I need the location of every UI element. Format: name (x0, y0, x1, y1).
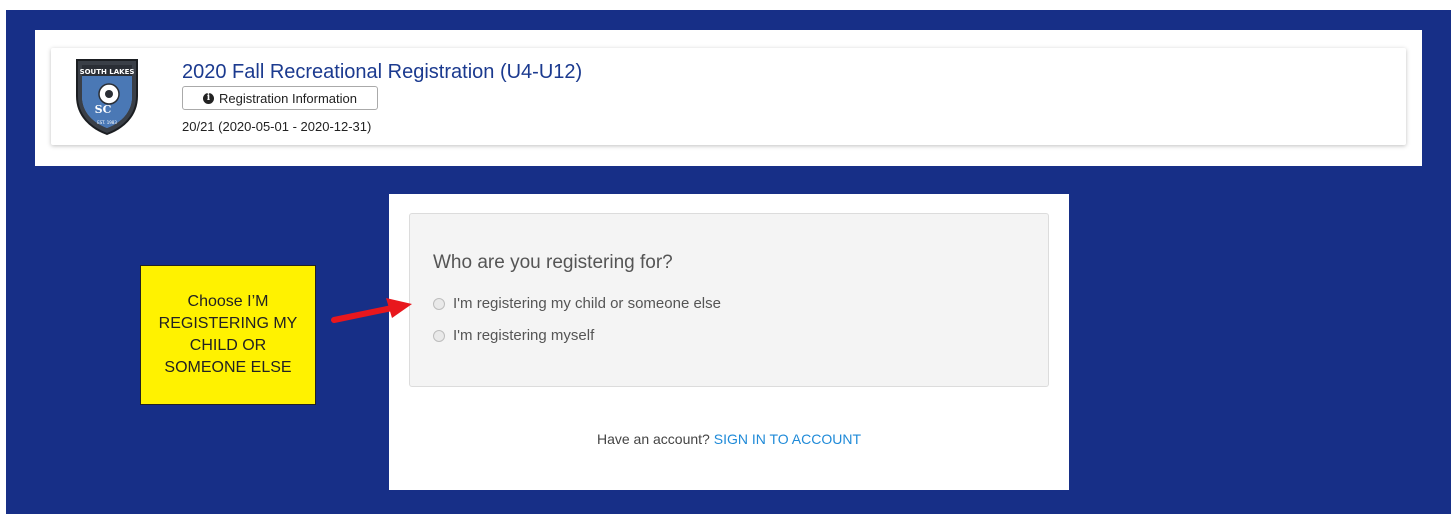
option-myself[interactable]: I'm registering myself (433, 327, 594, 344)
header-container: SOUTH LAKES SC EST. 1983 2020 Fall Recre… (35, 30, 1422, 166)
option-myself-label: I'm registering myself (453, 327, 595, 344)
logo-text-mid: SC (95, 103, 112, 116)
registration-header-card: SOUTH LAKES SC EST. 1983 2020 Fall Recre… (51, 48, 1406, 145)
instruction-callout-text: Choose I’M REGISTERING MY CHILD OR SOMEO… (158, 293, 298, 376)
option-child-label: I'm registering my child or someone else (453, 295, 721, 312)
sign-in-link[interactable]: SIGN IN TO ACCOUNT (714, 431, 861, 447)
account-prompt: Have an account? (596, 431, 710, 447)
registration-form-card: Who are you registering for? I'm registe… (389, 194, 1069, 490)
club-logo-shield-icon: SOUTH LAKES SC EST. 1983 (76, 59, 138, 136)
season-date-range: 20/21 (2020-05-01 - 2020-12-31) (182, 119, 372, 134)
registrant-question: Who are you registering for? (433, 252, 673, 273)
registration-information-button[interactable]: i Registration Information (182, 86, 378, 110)
page-title: 2020 Fall Recreational Registration (U4-… (182, 61, 583, 83)
red-arrow-icon (331, 298, 412, 323)
radio-child-or-someone-else[interactable] (433, 297, 445, 310)
option-child-or-someone-else[interactable]: I'm registering my child or someone else (433, 295, 721, 312)
account-prompt-line: Have an account? SIGN IN TO ACCOUNT (389, 431, 1069, 447)
registrant-type-panel: Who are you registering for? I'm registe… (409, 213, 1049, 387)
logo-text-bottom: EST. 1983 (97, 120, 117, 125)
instruction-callout: Choose I’M REGISTERING MY CHILD OR SOMEO… (140, 265, 316, 405)
logo-text-top: SOUTH LAKES (80, 68, 135, 76)
registration-information-label: Registration Information (218, 90, 357, 106)
info-icon: i (202, 92, 214, 104)
radio-myself[interactable] (433, 329, 445, 342)
